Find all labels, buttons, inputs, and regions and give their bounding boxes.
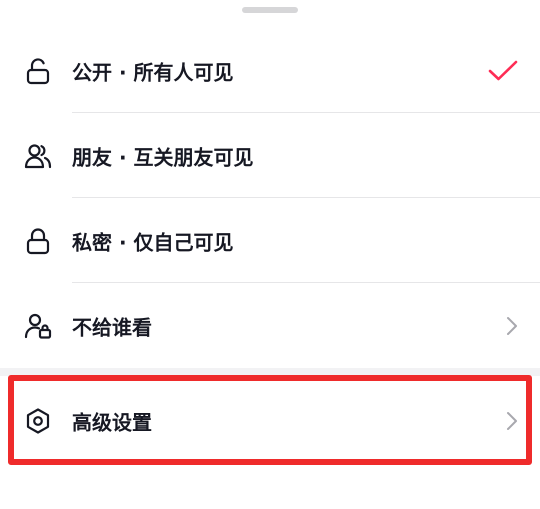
- advanced-settings-label: 高级设置: [72, 410, 152, 435]
- unlock-icon: [24, 57, 52, 85]
- option-public[interactable]: 公开 · 所有人可见: [0, 28, 540, 113]
- chevron-right-icon: [506, 411, 518, 431]
- advanced-section: 高级设置: [0, 376, 540, 466]
- option-private-label: 私密 · 仅自己可见: [72, 230, 234, 254]
- option-public-label: 公开 · 所有人可见: [72, 60, 234, 84]
- option-hide-from[interactable]: 不给谁看: [0, 283, 540, 368]
- user-lock-icon: [24, 312, 52, 340]
- visibility-options: 公开 · 所有人可见 朋友 · 互关朋友可见 私密 · 仅自己可见 不给谁看: [0, 28, 540, 368]
- friends-icon: [24, 142, 52, 170]
- option-friends[interactable]: 朋友 · 互关朋友可见: [0, 113, 540, 198]
- advanced-settings-row[interactable]: 高级设置: [0, 376, 540, 466]
- option-private[interactable]: 私密 · 仅自己可见: [0, 198, 540, 283]
- visibility-sheet: 公开 · 所有人可见 朋友 · 互关朋友可见 私密 · 仅自己可见 不给谁看 高…: [0, 0, 540, 509]
- hexagon-settings-icon: [24, 407, 52, 435]
- option-friends-label: 朋友 · 互关朋友可见: [72, 145, 254, 169]
- drag-handle[interactable]: [242, 7, 298, 13]
- lock-icon: [24, 227, 52, 255]
- chevron-right-icon: [506, 316, 518, 336]
- section-gap: [0, 368, 540, 376]
- option-hide-from-label: 不给谁看: [72, 315, 152, 339]
- check-icon: [488, 60, 518, 82]
